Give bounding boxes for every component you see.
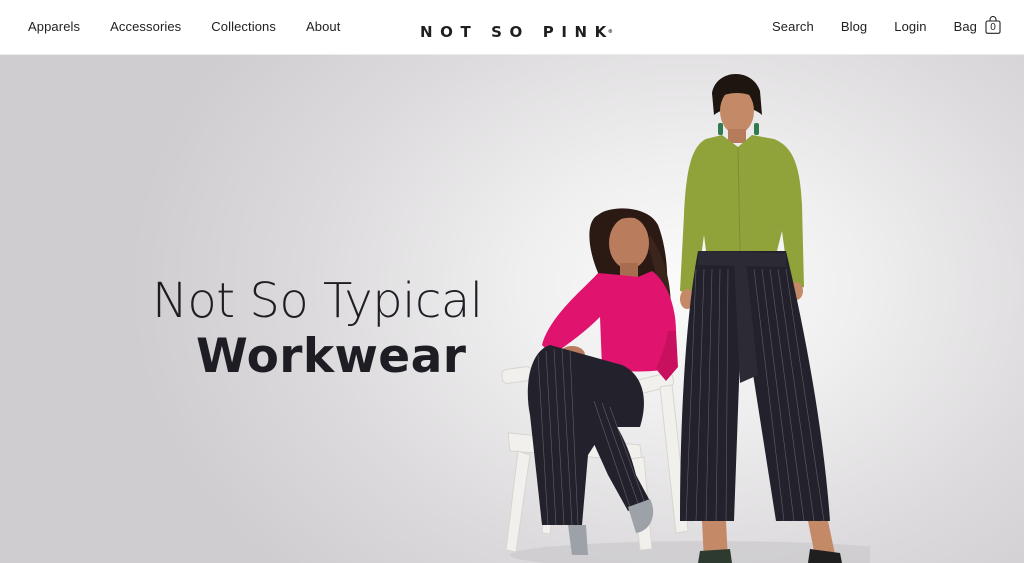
hero-headline-line2: Workwear [196, 329, 467, 384]
hero-models-photo [501, 73, 870, 563]
standing-model [680, 73, 842, 563]
nav-apparels[interactable]: Apparels [28, 19, 80, 34]
nav-about[interactable]: About [306, 19, 340, 34]
hero-headline: Not So Typical Workwear [152, 273, 483, 385]
site-header: Apparels Accessories Collections About N… [0, 0, 1024, 55]
nav-accessories[interactable]: Accessories [110, 19, 181, 34]
bag-label: Bag [953, 18, 977, 34]
blog-link[interactable]: Blog [841, 19, 867, 34]
search-link[interactable]: Search [772, 19, 814, 34]
hero-headline-line1: Not So Typical [152, 273, 483, 329]
bag-count: 0 [990, 21, 996, 33]
utility-nav: Search Blog Login Bag 0 [772, 0, 1001, 52]
primary-nav: Apparels Accessories Collections About [28, 0, 340, 52]
bag-button[interactable]: Bag 0 [953, 15, 1001, 34]
hero-banner[interactable]: Not So Typical Workwear [0, 55, 1024, 563]
nav-collections[interactable]: Collections [211, 19, 276, 34]
brand-logo-text: NOT SO PINK [420, 23, 614, 41]
shopping-bag-icon: 0 [985, 15, 1001, 34]
brand-logo[interactable]: NOT SO PINK® [420, 23, 613, 41]
login-link[interactable]: Login [894, 19, 926, 34]
registered-mark: ® [607, 29, 613, 35]
